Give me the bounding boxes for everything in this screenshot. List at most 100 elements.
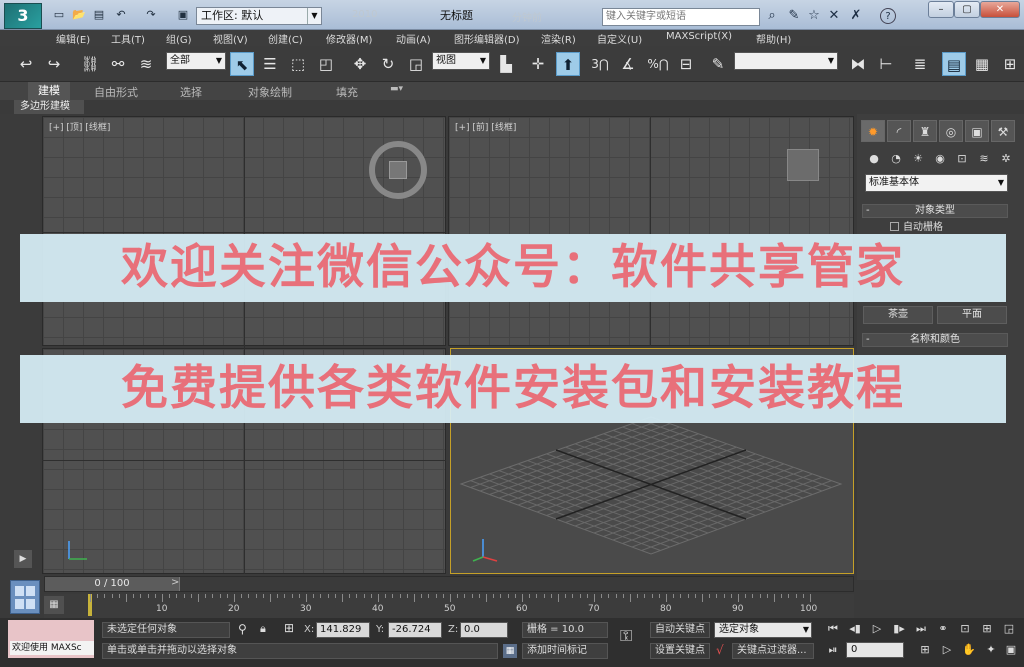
pivot-center-icon[interactable]: ▙	[494, 52, 518, 76]
play-icon[interactable]: ▷	[868, 621, 886, 637]
undo-icon[interactable]: ↩	[14, 52, 38, 76]
schematic-view-icon[interactable]: ⊞	[998, 52, 1022, 76]
tab-populate[interactable]: 填充	[336, 84, 358, 100]
ref-coord-dropdown[interactable]: 视图 ▼	[432, 52, 490, 70]
tab-object-paint[interactable]: 对象绘制	[248, 84, 292, 100]
menu-tools[interactable]: 工具(T)	[111, 31, 145, 46]
save-icon[interactable]: ▤	[92, 8, 106, 22]
prev-frame-icon[interactable]: ◂▮	[846, 621, 864, 637]
viewport-layout-icon[interactable]	[10, 580, 40, 614]
modify-tab-icon[interactable]: ◜	[887, 120, 911, 142]
create-tab-icon[interactable]: ✹	[861, 120, 885, 142]
redo-icon[interactable]: ↪	[42, 52, 66, 76]
edit-named-selection-icon[interactable]: ✎	[706, 52, 730, 76]
binoculars-icon[interactable]: ⌕	[764, 8, 780, 24]
menu-rendering[interactable]: 渲染(R)	[541, 31, 576, 46]
curve-editor-icon[interactable]: ▦	[970, 52, 994, 76]
z-coordinate-field[interactable]: 0.0	[460, 622, 508, 638]
percent-snap-icon[interactable]: %⋂	[646, 52, 670, 76]
rect-selection-icon[interactable]: ⬚	[286, 52, 310, 76]
angle-snap-icon[interactable]: ∡	[616, 52, 640, 76]
space-warps-icon[interactable]: ≋	[975, 150, 993, 168]
pan-icon[interactable]: ✋	[960, 642, 978, 658]
tab-selection[interactable]: 选择	[180, 84, 202, 100]
mirror-icon[interactable]: ⧓	[846, 52, 870, 76]
x-icon[interactable]: ✗	[848, 8, 864, 24]
lock-icon[interactable]: 🔒︎	[260, 622, 266, 636]
select-manipulate-icon[interactable]: ✛	[526, 52, 550, 76]
rollout-object-type[interactable]: - 对象类型	[862, 204, 1008, 218]
zoom-all-icon[interactable]: ⊞	[978, 621, 996, 637]
cameras-icon[interactable]: ◉	[931, 150, 949, 168]
menu-customize[interactable]: 自定义(U)	[597, 31, 642, 46]
time-config-icon[interactable]: ⏯	[824, 642, 842, 658]
maximize-button[interactable]: ▢	[954, 1, 980, 18]
rollout-name-color[interactable]: - 名称和颜色	[862, 333, 1008, 347]
time-slider-thumb[interactable]: 0 / 100	[45, 577, 180, 591]
ribbon-options-icon[interactable]: ▬▾	[390, 84, 403, 94]
orbit-icon[interactable]: ✦	[982, 642, 1000, 658]
lights-icon[interactable]: ☀	[909, 150, 927, 168]
viewport-front-label[interactable]: [+] [前] [线框]	[455, 120, 516, 133]
region-zoom-icon[interactable]: ◲	[1000, 621, 1018, 637]
named-selection-dropdown[interactable]: ▼	[734, 52, 838, 70]
play-icon[interactable]: ▶	[14, 550, 32, 568]
menu-views[interactable]: 视图(V)	[213, 31, 248, 46]
plane-button[interactable]: 平面	[937, 306, 1007, 324]
snap-toggle-icon[interactable]: 3⋂	[588, 52, 612, 76]
hierarchy-tab-icon[interactable]: ♜	[913, 120, 937, 142]
motion-tab-icon[interactable]: ◎	[939, 120, 963, 142]
keyboard-shortcut-override-icon[interactable]: ⬆	[556, 52, 580, 76]
rotate-icon[interactable]: ↻	[376, 52, 400, 76]
geometry-icon[interactable]: ●	[865, 150, 883, 168]
selection-filter-dropdown[interactable]: 全部 ▼	[166, 52, 226, 70]
search-input[interactable]: 键入关键字或短语	[602, 8, 760, 26]
key-mode-toggle-icon[interactable]: ⚭	[934, 621, 952, 637]
time-slider[interactable]: < 0 / 100 >	[44, 576, 854, 592]
viewport-front[interactable]: [+] [前] [线框]	[448, 116, 854, 346]
viewcube-icon[interactable]	[787, 149, 819, 181]
select-by-name-icon[interactable]: ☰	[258, 52, 282, 76]
viewcube-icon[interactable]	[369, 141, 427, 199]
tab-modeling[interactable]: 建模	[28, 82, 70, 100]
menu-group[interactable]: 组(G)	[166, 31, 192, 46]
app-menu-button[interactable]: 3	[4, 3, 42, 29]
spinner-snap-icon[interactable]: ⊟	[674, 52, 698, 76]
minimize-button[interactable]: –	[928, 1, 954, 18]
next-frame-icon[interactable]: ▮▸	[890, 621, 908, 637]
category-dropdown[interactable]: 标准基本体 ▼	[865, 174, 1008, 192]
graphite-toolbar-icon[interactable]: ▤	[942, 52, 966, 76]
exchange-icon[interactable]: ✕	[826, 8, 842, 24]
link-icon[interactable]: ⛓	[78, 52, 102, 76]
menu-edit[interactable]: 编辑(E)	[56, 31, 90, 46]
helpers-icon[interactable]: ⊡	[953, 150, 971, 168]
viewport-top-label[interactable]: [+] [顶] [线框]	[49, 120, 110, 133]
open-file-icon[interactable]: 📂	[72, 8, 86, 22]
add-time-tag-button[interactable]: 添加时间标记	[522, 643, 608, 659]
teapot-button[interactable]: 茶壶	[863, 306, 933, 324]
display-tab-icon[interactable]: ▣	[965, 120, 989, 142]
align-icon[interactable]: ⊢	[874, 52, 898, 76]
absolute-mode-icon[interactable]: ⊞	[284, 621, 294, 635]
key-filter-icon[interactable]: √	[716, 643, 724, 657]
ribbon-subpanel-label[interactable]: 多边形建模	[14, 100, 84, 114]
scale-icon[interactable]: ◲	[404, 52, 428, 76]
filmstrip-icon[interactable]: ▦	[44, 596, 64, 614]
new-file-icon[interactable]: ▭	[52, 8, 66, 22]
y-coordinate-field[interactable]: -26.724	[388, 622, 442, 638]
select-object-icon[interactable]: ⬉	[230, 52, 254, 76]
menu-help[interactable]: 帮助(H)	[756, 31, 791, 46]
time-configuration-icon[interactable]: ⊞	[916, 642, 934, 658]
menu-maxscript[interactable]: MAXScript(X)	[666, 31, 732, 42]
auto-key-button[interactable]: 自动关键点	[650, 622, 710, 638]
maxscript-listener-text[interactable]: 欢迎使用 MAXSc	[10, 641, 94, 655]
window-crossing-icon[interactable]: ◰	[314, 52, 338, 76]
key-filters-button[interactable]: 关键点过滤器...	[732, 643, 814, 659]
undo-icon[interactable]: ↶	[114, 8, 128, 22]
utilities-tab-icon[interactable]: ⚒	[991, 120, 1015, 142]
tab-freeform[interactable]: 自由形式	[94, 84, 138, 100]
key-icon[interactable]: ⚿	[620, 626, 632, 646]
set-key-button[interactable]: 设置关键点	[650, 643, 710, 659]
menu-create[interactable]: 创建(C)	[268, 31, 303, 46]
x-coordinate-field[interactable]: 141.829	[316, 622, 370, 638]
